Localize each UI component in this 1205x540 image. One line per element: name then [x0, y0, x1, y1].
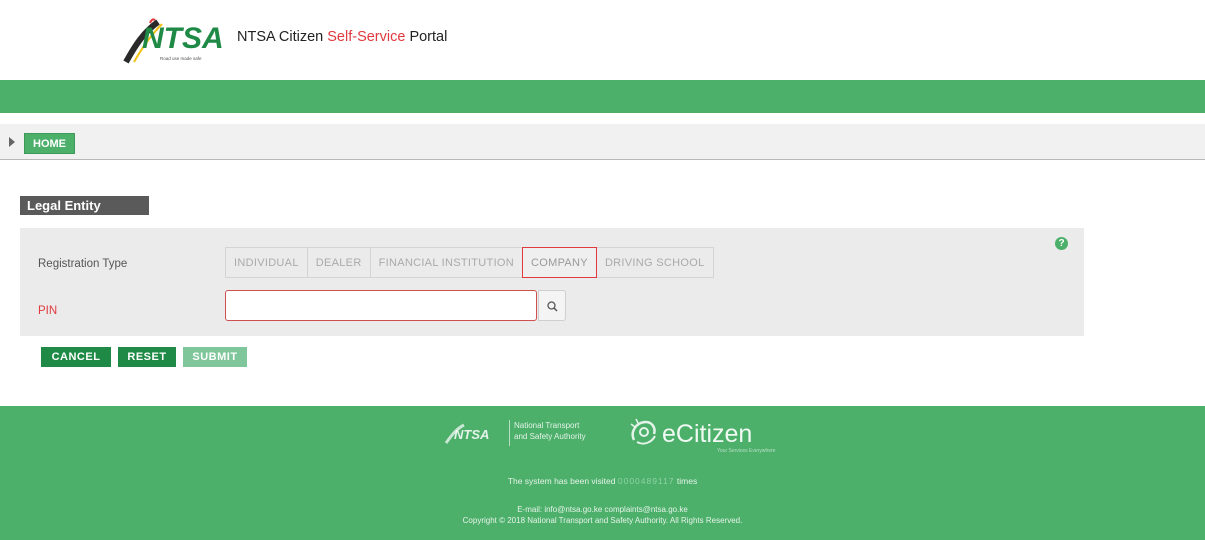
reg-type-individual[interactable]: INDIVIDUAL: [225, 247, 308, 278]
footer-logo-divider: [509, 420, 510, 446]
footer-copyright: Copyright © 2018 National Transport and …: [462, 516, 743, 525]
reg-type-company[interactable]: COMPANY: [522, 247, 597, 278]
help-icon[interactable]: ?: [1055, 237, 1068, 250]
home-button[interactable]: HOME: [24, 133, 75, 154]
footer-ntsa-name-line2: and Safety Authority: [514, 432, 586, 441]
svg-text:NTSA: NTSA: [142, 22, 224, 55]
pin-input[interactable]: [225, 290, 537, 321]
footer: NTSA National Transport and Safety Autho…: [0, 406, 1205, 540]
ecitizen-icon: [630, 418, 656, 445]
visit-counter: The system has been visited 0000489117 t…: [0, 476, 1205, 486]
visit-suffix: times: [674, 476, 698, 486]
portal-title: NTSA Citizen Self-Service Portal: [237, 29, 447, 45]
reset-button[interactable]: RESET: [118, 347, 176, 367]
registration-type-group: INDIVIDUAL DEALER FINANCIAL INSTITUTION …: [225, 247, 714, 278]
search-icon: [547, 301, 558, 312]
reg-type-financial-institution[interactable]: FINANCIAL INSTITUTION: [369, 247, 524, 278]
ecitizen-wordmark: eCitizen: [662, 420, 753, 448]
cancel-button[interactable]: CANCEL: [41, 347, 111, 367]
visit-prefix: The system has been visited: [507, 476, 618, 486]
ecitizen-tagline: Your Services Everywhere: [717, 448, 776, 454]
header: NTSA Road use made safe NTSA Citizen Sel…: [0, 0, 1205, 80]
submit-button[interactable]: SUBMIT: [183, 347, 247, 367]
footer-ntsa-name: National Transport and Safety Authority: [514, 420, 586, 442]
top-nav-bar: [0, 80, 1205, 113]
registration-type-label: Registration Type: [38, 258, 128, 270]
pin-label: PIN: [38, 305, 58, 317]
portal-title-prefix: NTSA Citizen: [237, 29, 328, 45]
svg-text:NTSA: NTSA: [454, 427, 489, 442]
portal-title-suffix: Portal: [405, 29, 448, 45]
section-title: Legal Entity: [20, 196, 149, 215]
breadcrumb: HOME: [0, 124, 1205, 160]
reg-type-dealer[interactable]: DEALER: [306, 247, 371, 278]
ntsa-logo[interactable]: NTSA Road use made safe: [122, 14, 232, 64]
breadcrumb-arrow-icon: [9, 137, 15, 147]
footer-ntsa-logo: NTSA: [444, 423, 489, 444]
footer-email[interactable]: E-mail: info@ntsa.go.ke complaints@ntsa.…: [0, 505, 1205, 514]
page: NTSA Road use made safe NTSA Citizen Sel…: [0, 0, 1205, 540]
visit-count: 0000489117: [617, 476, 675, 486]
svg-text:Road use made safe: Road use made safe: [160, 56, 202, 61]
footer-ntsa-name-line1: National Transport: [514, 421, 580, 430]
portal-title-accent: Self-Service: [327, 29, 406, 45]
reg-type-driving-school[interactable]: DRIVING SCHOOL: [595, 247, 714, 278]
ntsa-logo-graphic: NTSA Road use made safe: [123, 18, 224, 64]
pin-search-button[interactable]: [538, 290, 566, 321]
